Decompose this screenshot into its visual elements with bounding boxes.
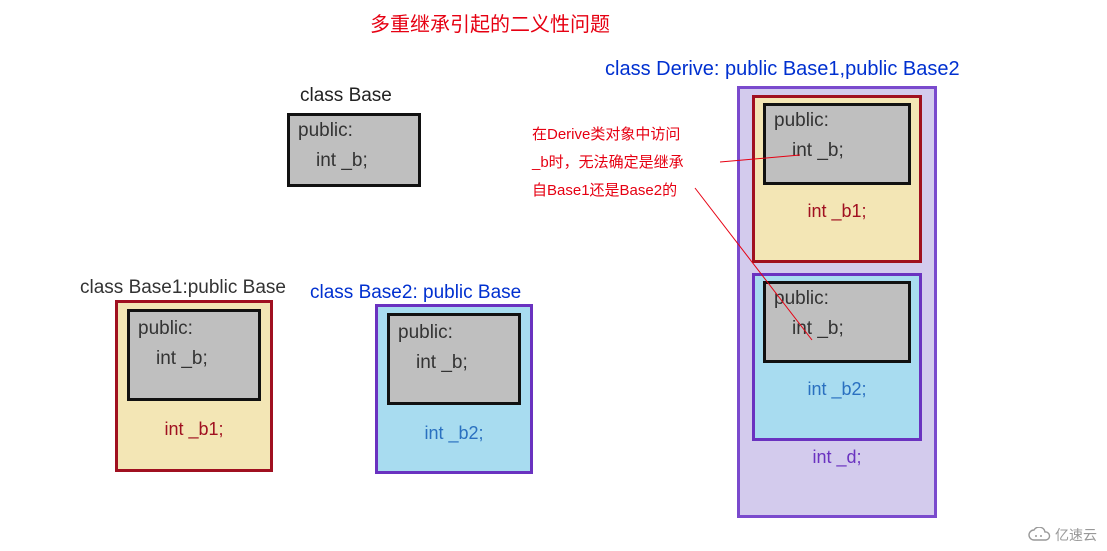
- derive-base1-inherited: public: int _b;: [763, 103, 911, 185]
- base1-inner-member: int _b;: [156, 348, 250, 370]
- box-base2-inherited: public: int _b;: [387, 313, 521, 405]
- derive-base1-part: public: int _b; int _b1;: [752, 95, 922, 263]
- watermark-text: 亿速云: [1055, 525, 1097, 545]
- diagram-title: 多重继承引起的二义性问题: [370, 8, 610, 37]
- derive-base2-inherited: public: int _b;: [763, 281, 911, 363]
- annotation-text: 在Derive类对象中访问 _b时，无法确定是继承 自Base1还是Base2的: [532, 121, 732, 205]
- base-member: int _b;: [316, 150, 410, 172]
- cloud-icon: [1027, 527, 1051, 543]
- box-base2: public: int _b; int _b2;: [375, 304, 533, 474]
- annotation-line2: _b时，无法确定是继承: [532, 149, 732, 177]
- label-class-derive: class Derive: public Base1,public Base2: [605, 58, 960, 81]
- base1-own-member: int _b1;: [124, 419, 264, 440]
- box-base1: public: int _b; int _b1;: [115, 300, 273, 472]
- derive-base2-own-member: int _b2;: [760, 379, 914, 400]
- base2-inner-member: int _b;: [416, 352, 510, 374]
- base1-inner-access: public:: [138, 318, 250, 340]
- base2-inner-access: public:: [398, 322, 510, 344]
- annotation-line3: 自Base1还是Base2的: [532, 177, 732, 205]
- derive-base1-inner-member: int _b;: [792, 140, 900, 162]
- label-class-base1: class Base1:public Base: [80, 277, 286, 299]
- annotation-line1: 在Derive类对象中访问: [532, 121, 732, 149]
- box-derive: public: int _b; int _b1; public: int _b;…: [737, 86, 937, 518]
- watermark: 亿速云: [1027, 525, 1097, 545]
- derive-base1-inner-access: public:: [774, 110, 900, 132]
- base2-own-member: int _b2;: [384, 423, 524, 444]
- derive-own-member: int _d;: [746, 447, 928, 468]
- label-class-base2: class Base2: public Base: [310, 282, 521, 304]
- label-class-base: class Base: [300, 85, 392, 107]
- box-base1-inherited: public: int _b;: [127, 309, 261, 401]
- box-base: public: int _b;: [287, 113, 421, 187]
- derive-base2-inner-member: int _b;: [792, 318, 900, 340]
- derive-base2-part: public: int _b; int _b2;: [752, 273, 922, 441]
- derive-base1-own-member: int _b1;: [760, 201, 914, 222]
- derive-base2-inner-access: public:: [774, 288, 900, 310]
- base-access: public:: [298, 120, 410, 142]
